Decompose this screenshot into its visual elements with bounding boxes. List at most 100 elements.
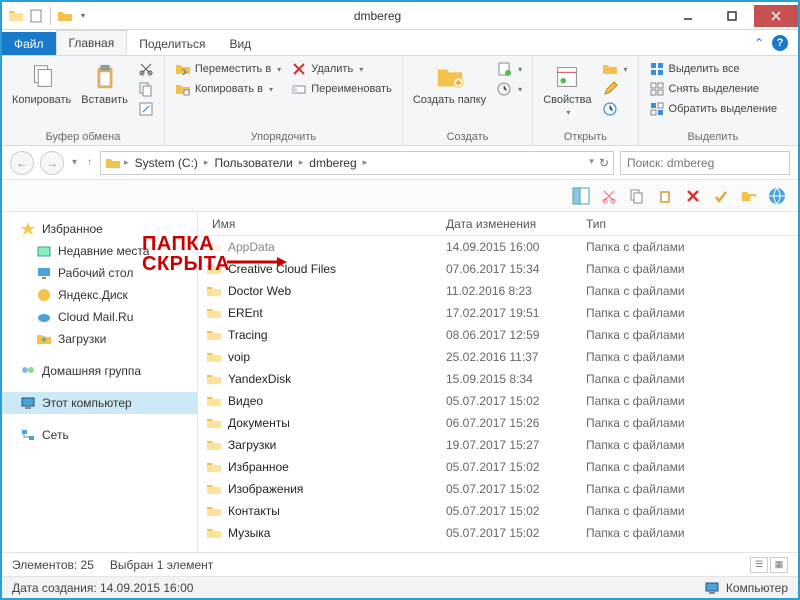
explorer-window: ▾ dmbereg Файл Главная Поделиться Вид ⌃ … [0,0,800,600]
content-toolbar [2,180,798,212]
shortcut-small-icon[interactable] [136,100,156,118]
file-row[interactable]: Doctor Web11.02.2016 8:23Папка с файлами [198,280,798,302]
rename-button[interactable]: Переименовать [289,80,394,98]
file-name-text: Tracing [228,328,268,342]
toolbar-delete-icon[interactable] [682,185,704,207]
file-row[interactable]: Избранное05.07.2017 15:02Папка с файлами [198,456,798,478]
open-small-icon[interactable]: ▾ [600,60,630,78]
nav-up-button[interactable]: ↑ [85,157,94,168]
select-none-button[interactable]: Снять выделение [647,80,780,98]
tab-share[interactable]: Поделиться [127,32,217,55]
refresh-icon[interactable]: ↻ [599,156,609,170]
file-name-text: voip [228,350,250,364]
paste-button[interactable]: Вставить [79,60,130,108]
file-row[interactable]: Музыка05.07.2017 15:02Папка с файлами [198,522,798,544]
breadcrumb-dropdown-icon[interactable]: ▾ [588,156,595,170]
invert-selection-button[interactable]: Обратить выделение [647,100,780,118]
help-icon[interactable]: ? [772,35,788,51]
nav-desktop[interactable]: Рабочий стол [2,262,197,284]
file-row[interactable]: voip25.02.2016 11:37Папка с файлами [198,346,798,368]
nav-downloads[interactable]: Загрузки [2,328,197,350]
file-row[interactable]: Изображения05.07.2017 15:02Папка с файла… [198,478,798,500]
nav-cloud-mail[interactable]: Cloud Mail.Ru [2,306,197,328]
col-date[interactable]: Дата изменения [446,217,586,231]
copy-to-button[interactable]: Копировать в▾ [173,80,283,98]
delete-button[interactable]: Удалить▾ [289,60,394,78]
col-type[interactable]: Тип [586,217,798,231]
nav-network[interactable]: Сеть [2,424,197,446]
column-headers[interactable]: Имя Дата изменения Тип [198,212,798,236]
quick-access-toolbar: ▾ [2,7,89,25]
file-date: 11.02.2016 8:23 [446,284,586,298]
nav-forward-button[interactable]: → [40,151,64,175]
nav-yandex-disk[interactable]: Яндекс.Диск [2,284,197,306]
toolbar-copy-icon[interactable] [626,185,648,207]
breadcrumb[interactable]: ▸ System (C:) ▸ Пользователи ▸ dmbereg ▸… [100,151,614,175]
address-bar-row: ← → ▾ ↑ ▸ System (C:) ▸ Пользователи ▸ d… [2,146,798,180]
search-input[interactable] [620,151,790,175]
tab-view[interactable]: Вид [217,32,263,55]
file-name-text: Контакты [228,504,280,518]
file-row[interactable]: EREnt17.02.2017 19:51Папка с файлами [198,302,798,324]
file-type: Папка с файлами [586,240,798,254]
file-name-text: Видео [228,394,263,408]
status-computer: Компьютер [726,581,788,595]
file-name-text: Загрузки [228,438,276,452]
tab-file[interactable]: Файл [2,32,56,55]
file-row[interactable]: AppData14.09.2015 16:00Папка с файлами [198,236,798,258]
nav-favorites[interactable]: Избранное [2,218,197,240]
file-row[interactable]: Документы06.07.2017 15:26Папка с файлами [198,412,798,434]
view-details-icon[interactable]: ☰ [750,557,768,573]
minimize-button[interactable] [666,5,710,27]
navigation-pane: Избранное Недавние места Рабочий стол Ян… [2,212,198,552]
crumb-folder[interactable]: dmbereg [306,156,359,170]
history-small-icon[interactable] [600,100,630,118]
edit-small-icon[interactable] [600,80,630,98]
nav-history-dropdown[interactable]: ▾ [70,157,79,168]
qat-dropdown-icon[interactable]: ▾ [77,11,89,20]
file-type: Папка с файлами [586,526,798,540]
toolbar-paste-icon[interactable] [654,185,676,207]
crumb-users[interactable]: Пользователи [211,156,295,170]
new-folder-button[interactable]: Создать папку [411,60,488,108]
folder-icon [206,415,222,431]
file-row[interactable]: Загрузки19.07.2017 15:27Папка с файлами [198,434,798,456]
nav-back-button[interactable]: ← [10,151,34,175]
file-list[interactable]: AppData14.09.2015 16:00Папка с файламиCr… [198,236,798,552]
move-to-button[interactable]: Переместить в▾ [173,60,283,78]
toolbar-new-folder-icon[interactable] [738,185,760,207]
file-row[interactable]: Tracing08.06.2017 12:59Папка с файлами [198,324,798,346]
folder-small-icon[interactable] [57,8,73,24]
ribbon-collapse-icon[interactable]: ⌃ [754,36,764,50]
toolbar-view-icon[interactable] [570,185,592,207]
select-all-button[interactable]: Выделить все [647,60,780,78]
toolbar-check-icon[interactable] [710,185,732,207]
toolbar-globe-icon[interactable] [766,185,788,207]
folder-icon [206,393,222,409]
file-row[interactable]: Creative Cloud Files07.06.2017 15:34Папк… [198,258,798,280]
nav-this-pc[interactable]: Этот компьютер [2,392,197,414]
copy-button[interactable]: Копировать [10,60,73,108]
new-item-icon[interactable]: ▾ [494,60,524,78]
maximize-button[interactable] [710,5,754,27]
nav-recent[interactable]: Недавние места [2,240,197,262]
file-row[interactable]: Контакты05.07.2017 15:02Папка с файлами [198,500,798,522]
crumb-system[interactable]: System (C:) [132,156,201,170]
cut-small-icon[interactable] [136,60,156,78]
file-name-text: Изображения [228,482,303,496]
file-row[interactable]: Видео05.07.2017 15:02Папка с файлами [198,390,798,412]
folder-icon [206,525,222,541]
copypath-small-icon[interactable] [136,80,156,98]
doc-small-icon[interactable] [28,8,44,24]
file-date: 14.09.2015 16:00 [446,240,586,254]
file-type: Папка с файлами [586,504,798,518]
col-name[interactable]: Имя [206,217,446,231]
easy-access-icon[interactable]: ▾ [494,80,524,98]
file-row[interactable]: YandexDisk15.09.2015 8:34Папка с файлами [198,368,798,390]
toolbar-cut-icon[interactable] [598,185,620,207]
view-large-icon[interactable]: ▦ [770,557,788,573]
nav-homegroup[interactable]: Домашняя группа [2,360,197,382]
tab-home[interactable]: Главная [56,30,128,55]
close-button[interactable] [754,5,798,27]
properties-button[interactable]: Свойства▾ [541,60,593,119]
